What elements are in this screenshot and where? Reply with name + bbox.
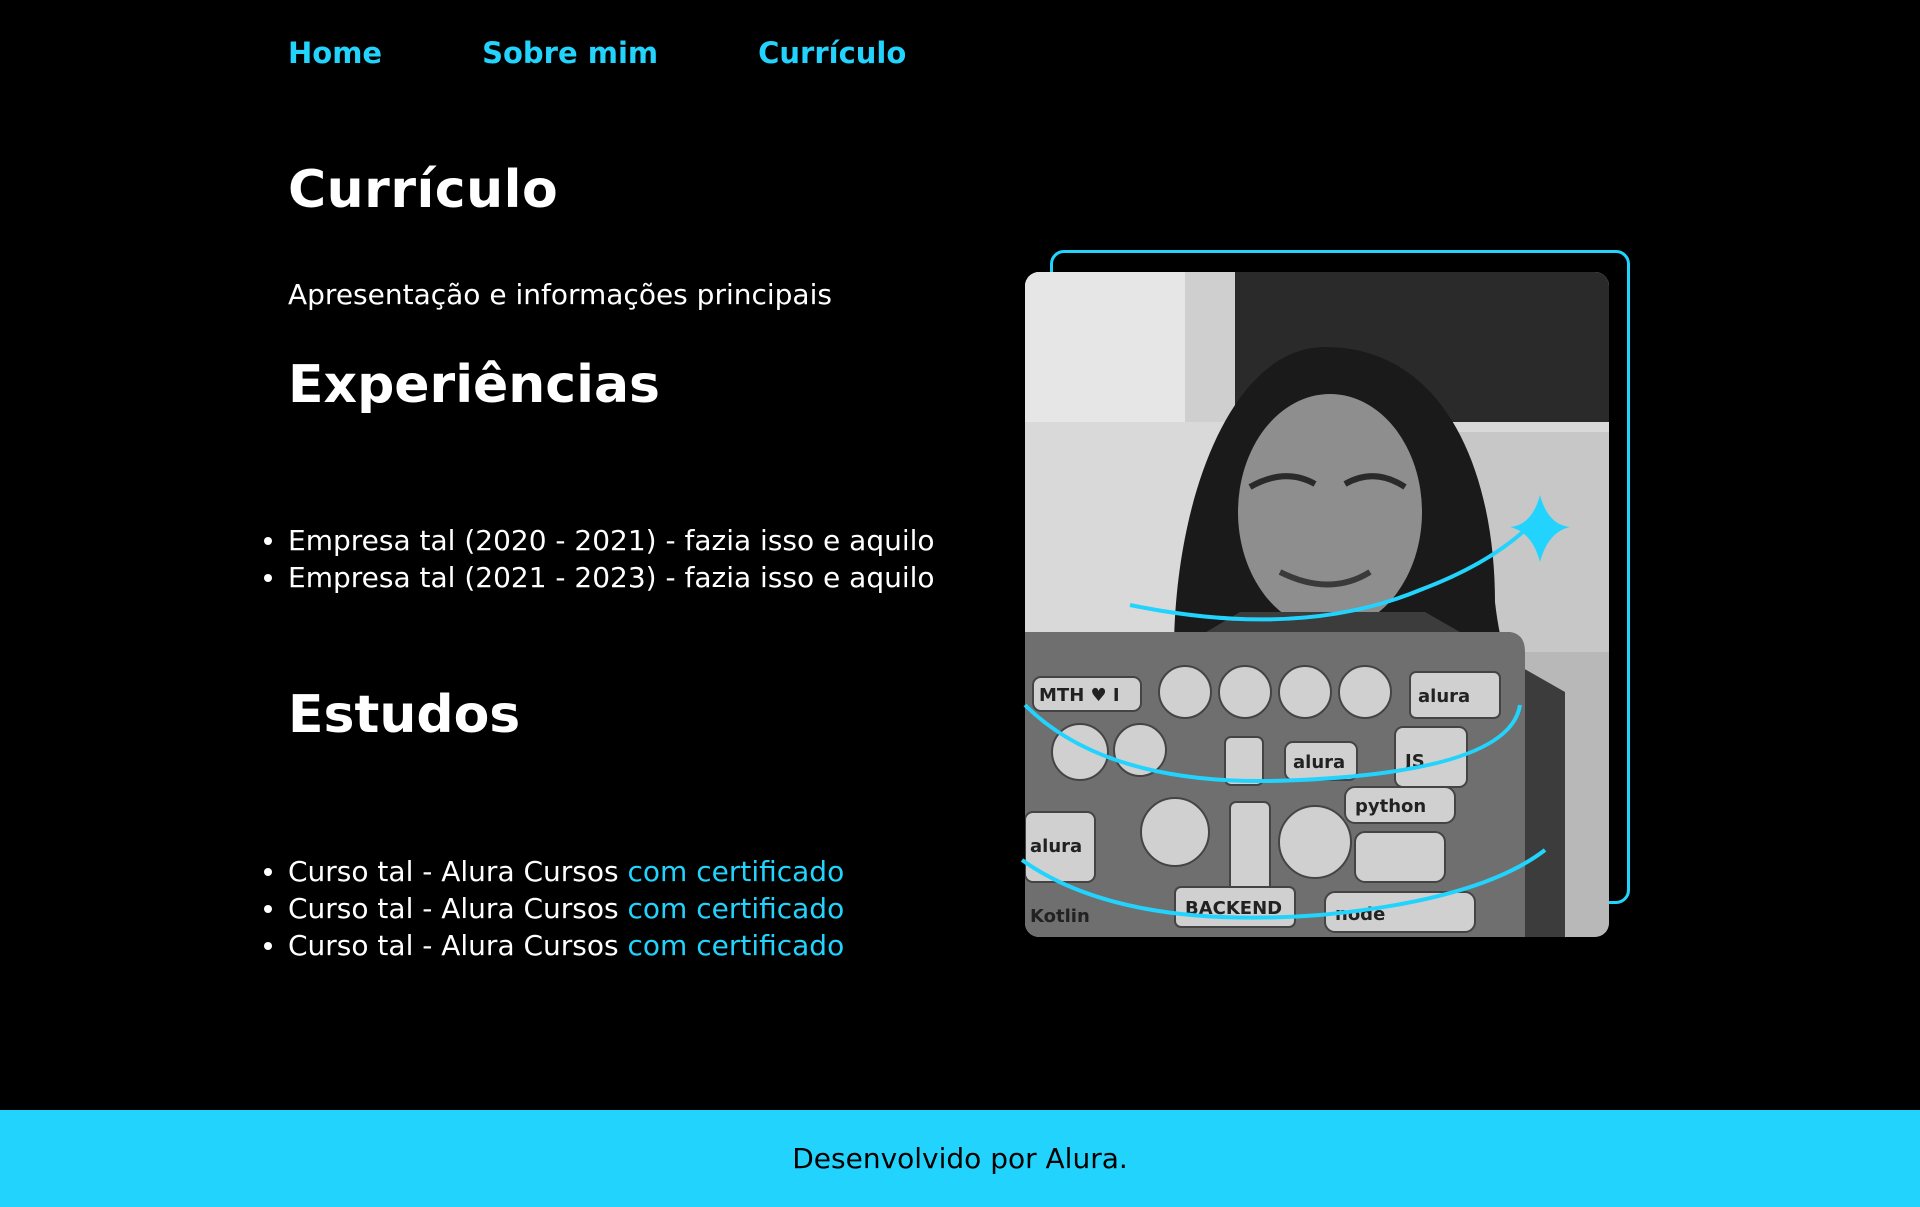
top-nav: Home Sobre mim Currículo (288, 36, 906, 70)
experiencias-heading: Experiências (288, 355, 660, 415)
nav-curriculo-link[interactable]: Currículo (758, 36, 906, 70)
estudos-list: Curso tal - Alura Cursos com certificado… (263, 853, 845, 964)
footer-text: Desenvolvido por Alura. (792, 1142, 1128, 1175)
sticker-label: Kotlin (1030, 906, 1090, 927)
certificate-link[interactable]: com certificado (628, 929, 845, 962)
nav-sobre-mim-link[interactable]: Sobre mim (482, 36, 658, 70)
list-item: Curso tal - Alura Cursos com certificado (263, 927, 845, 964)
list-item: Curso tal - Alura Cursos com certificado (263, 853, 845, 890)
nav-home-link[interactable]: Home (288, 36, 382, 70)
experiencias-list: Empresa tal (2020 - 2021) - fazia isso e… (264, 522, 935, 596)
sticker-label: alura (1030, 836, 1082, 857)
estudos-heading: Estudos (288, 685, 521, 745)
course-text: Curso tal - Alura Cursos (288, 892, 628, 925)
sticker-label: python (1355, 796, 1426, 817)
course-text: Curso tal - Alura Cursos (288, 855, 628, 888)
certificate-link[interactable]: com certificado (628, 892, 845, 925)
page: Home Sobre mim Currículo Currículo Apres… (0, 0, 1920, 1207)
page-subtitle: Apresentação e informações principais (288, 278, 832, 311)
sticker-label: MTH ♥ I (1039, 685, 1120, 706)
page-title: Currículo (288, 160, 559, 220)
sticker-label: alura (1418, 686, 1470, 707)
profile-photo: MTH ♥ I alura JS alura python alura BACK… (1025, 272, 1609, 937)
list-item: Curso tal - Alura Cursos com certificado (263, 890, 845, 927)
course-text: Curso tal - Alura Cursos (288, 929, 628, 962)
footer: Desenvolvido por Alura. (0, 1110, 1920, 1207)
sticker-label: JS (1403, 751, 1425, 772)
profile-photo-illustration: MTH ♥ I alura JS alura python alura BACK… (1025, 272, 1609, 937)
list-item: Empresa tal (2021 - 2023) - fazia isso e… (264, 561, 935, 594)
sticker-label: node (1335, 904, 1385, 925)
certificate-link[interactable]: com certificado (628, 855, 845, 888)
list-item: Empresa tal (2020 - 2021) - fazia isso e… (264, 524, 935, 557)
sticker-label: BACKEND (1185, 898, 1282, 919)
sticker-label: alura (1293, 752, 1345, 773)
